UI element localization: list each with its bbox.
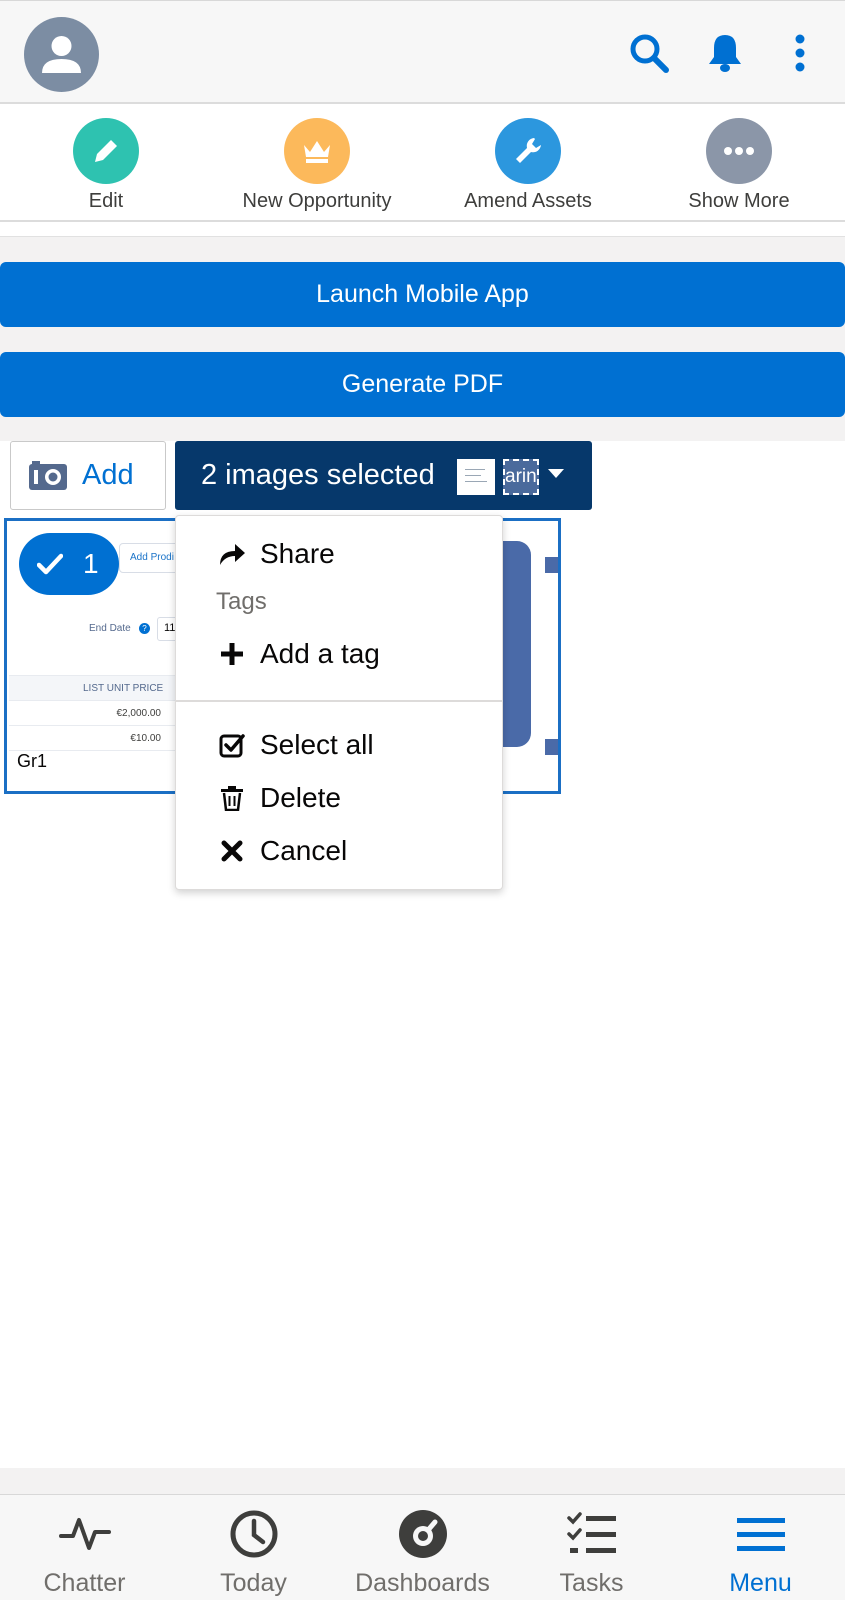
generate-pdf-button[interactable]: Generate PDF [0,352,845,417]
menu-item-label: Cancel [260,835,348,866]
add-label: Add [82,459,134,491]
pencil-icon [73,118,139,184]
pulse-icon [0,1507,169,1561]
help-icon: ? [139,623,150,634]
checklist-icon [507,1507,676,1561]
tab-label: Tasks [559,1569,624,1597]
menu-divider [176,700,502,702]
tab-label: Today [220,1569,287,1597]
amend-assets-action[interactable]: Amend Assets [423,118,633,213]
button-band: Launch Mobile App Generate PDF [0,236,845,441]
gauge-icon [338,1507,507,1561]
selection-dropdown-button[interactable]: 2 images selected arin [175,441,592,510]
snapshot-square [545,739,558,755]
clock-icon [169,1507,338,1561]
snapshot-row: €2,000.00 [9,701,179,726]
bottom-spacer [0,1468,845,1494]
hamburger-icon [676,1507,845,1561]
share-arrow-icon [216,541,248,567]
edit-label: Edit [88,190,124,212]
selected-thumbnail [457,459,495,495]
trash-icon [216,785,248,811]
wrench-icon [495,118,561,184]
new-opportunity-label: New Opportunity [242,190,392,212]
launch-mobile-app-button[interactable]: Launch Mobile App [0,262,845,327]
top-header [0,0,845,104]
caret-down-icon [548,469,564,478]
crown-icon [284,118,350,184]
menu-item-label: Select all [260,729,374,760]
camera-icon [28,460,68,491]
add-image-button[interactable]: Add [10,441,166,510]
snapshot-square [545,557,558,573]
search-icon[interactable] [625,29,673,77]
selection-menu: Share Tags Add a tag Select all Delete C… [175,515,503,890]
menu-item-label: Share [260,538,335,569]
tab-tasks[interactable]: Tasks [507,1507,676,1598]
action-bar: Edit New Opportunity Amend Assets Show M… [0,104,845,222]
selected-badge-count: 1 [83,548,99,579]
selection-count-label: 2 images selected [201,459,435,491]
tab-menu[interactable]: Menu [676,1507,845,1598]
edit-action[interactable]: Edit [1,118,211,213]
tab-dashboards[interactable]: Dashboards [338,1507,507,1598]
bell-icon[interactable] [701,29,749,77]
menu-item-delete[interactable]: Delete [216,778,341,818]
snapshot-row: €10.00 [9,726,179,751]
user-avatar-icon[interactable] [24,17,99,92]
selected-thumbnail-2: arin [503,459,539,495]
more-horizontal-icon [706,118,772,184]
menu-item-add-tag[interactable]: Add a tag [216,634,380,674]
plus-icon [216,642,248,666]
image-caption: Gr1 [17,751,48,771]
close-icon [216,840,248,862]
menu-item-share[interactable]: Share [216,534,335,574]
tab-label: Chatter [43,1569,126,1597]
more-vertical-icon[interactable] [776,29,824,77]
tab-label: Dashboards [355,1569,490,1597]
bottom-tab-bar: Chatter Today Dashboards Tasks Menu [0,1494,845,1600]
checkbox-checked-icon [216,732,248,758]
amend-assets-label: Amend Assets [464,190,592,212]
snapshot-end-date-label: End Date [89,623,131,634]
show-more-label: Show More [688,190,790,212]
selected-badge[interactable]: 1 [19,533,119,595]
show-more-action[interactable]: Show More [634,118,844,213]
menu-item-label: Add a tag [260,638,380,669]
snapshot-column-header: LIST UNIT PRICE [9,675,179,701]
tab-chatter[interactable]: Chatter [0,1507,169,1598]
menu-item-cancel[interactable]: Cancel [216,831,347,871]
tab-label: Menu [729,1569,792,1597]
check-icon [37,553,63,575]
menu-tags-heading: Tags [216,588,267,615]
menu-item-label: Delete [260,782,341,813]
new-opportunity-action[interactable]: New Opportunity [212,118,422,213]
tab-today[interactable]: Today [169,1507,338,1598]
menu-item-select-all[interactable]: Select all [216,725,374,765]
